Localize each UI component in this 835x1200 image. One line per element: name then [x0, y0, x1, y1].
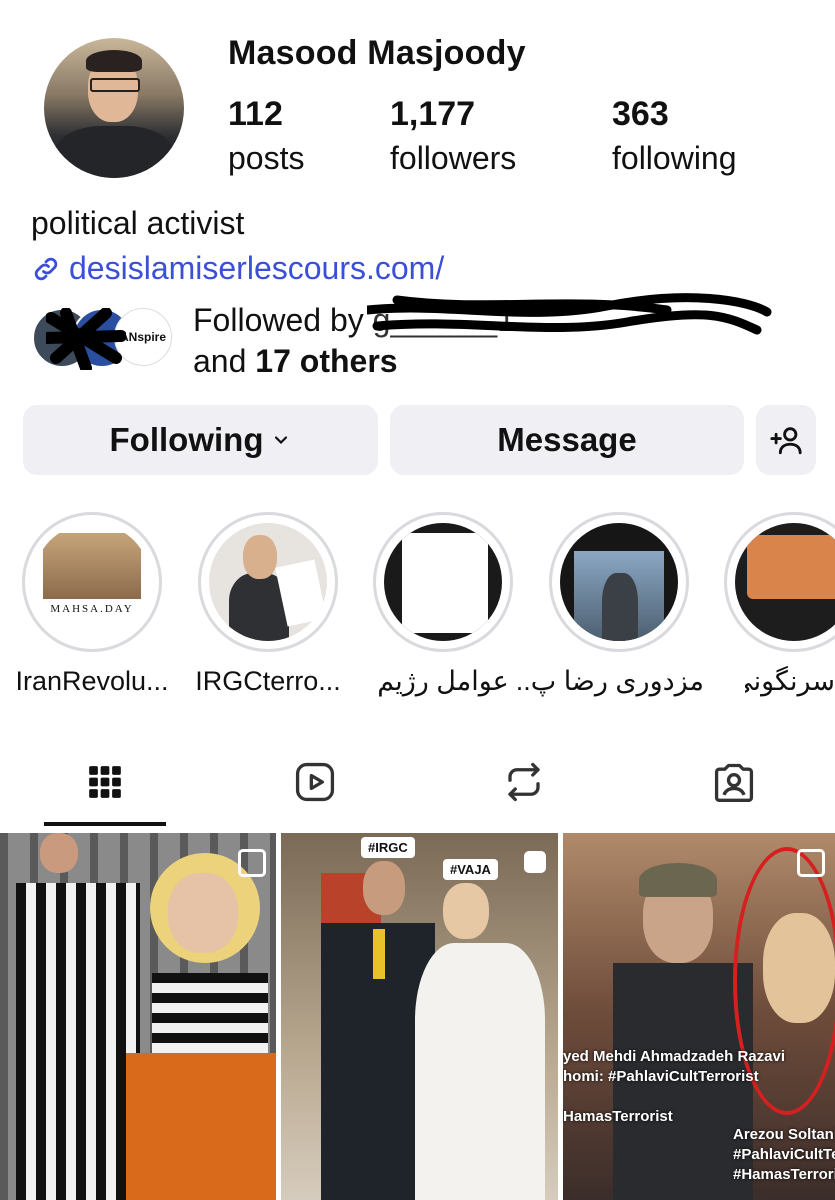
tab-reels[interactable]	[285, 752, 345, 812]
profile-link-text: desislamiserlescours.com/	[69, 250, 445, 286]
post-thumbnail-2[interactable]: #IRGC #VAJA	[281, 833, 558, 1200]
tab-tagged[interactable]	[704, 752, 764, 812]
highlight-label: IranRevolu...	[15, 666, 169, 696]
followed-by-prefix: Followed by	[193, 302, 364, 338]
post-thumbnail-1[interactable]	[0, 833, 276, 1200]
posts-stat[interactable]: 112 posts	[228, 95, 304, 177]
highlight-cover	[735, 523, 835, 641]
highlight-cover	[209, 523, 327, 641]
grid-icon	[89, 766, 121, 798]
reels-icon	[295, 762, 335, 802]
tagged-user-icon	[714, 763, 754, 802]
following-stat[interactable]: 363 following	[612, 95, 737, 177]
profile-name: Masood Masjoody	[228, 34, 526, 72]
highlight-label: سرنگونی	[745, 666, 835, 696]
add-user-icon	[770, 427, 802, 455]
active-tab-indicator	[44, 822, 166, 826]
carousel-icon	[238, 849, 266, 877]
following-button[interactable]: Following	[23, 405, 378, 475]
profile-bio: political activist	[31, 205, 245, 241]
highlight-iranrevolution[interactable]: MAHSA.DAY	[22, 512, 162, 652]
followed-by-text[interactable]: Followed by g______1 and 17 others	[193, 293, 772, 382]
profile-link[interactable]: desislamiserlescours.com/	[31, 250, 444, 287]
followers-label: followers	[390, 140, 517, 176]
highlight-label: عوامل رژیم	[377, 666, 509, 696]
post-caption: Arezou Soltani: #PahlaviCultTerr #HamasT…	[733, 1126, 835, 1183]
link-icon	[34, 257, 58, 280]
highlight-label: IRGCterro...	[195, 666, 341, 696]
highlight-reza-mercenary[interactable]	[549, 512, 689, 652]
followers-stat[interactable]: 1,177 followers	[390, 95, 516, 177]
anspire-label: ANspire	[119, 330, 166, 344]
profile-avatar[interactable]	[44, 38, 184, 178]
followed-by-and: and	[193, 343, 256, 379]
highlight-cover	[560, 523, 678, 641]
posts-count: 112	[228, 95, 283, 133]
tab-reposts[interactable]	[494, 752, 554, 812]
redaction-scribble	[46, 308, 126, 370]
chevron-down-icon	[275, 436, 288, 445]
followers-count: 1,177	[390, 95, 476, 133]
following-label: following	[612, 140, 737, 176]
followed-by-others: 17 others	[255, 343, 398, 379]
redaction-scribble	[366, 293, 772, 335]
highlight-irgcterror[interactable]	[198, 512, 338, 652]
highlight-overthrow[interactable]	[724, 512, 835, 652]
highlight-regime-agents[interactable]	[373, 512, 513, 652]
followed-by-avatars[interactable]: ANspire	[32, 308, 182, 370]
reel-icon	[524, 851, 546, 873]
following-button-label: Following	[109, 421, 264, 458]
mahsa-day-text: MAHSA.DAY	[50, 603, 134, 615]
carousel-icon	[797, 849, 825, 877]
highlight-label: مزدوری رضا پ..	[515, 666, 704, 696]
add-user-button[interactable]	[756, 405, 816, 475]
highlight-cover	[384, 523, 502, 641]
post-tag: #IRGC	[361, 837, 415, 858]
highlight-cover: MAHSA.DAY	[33, 523, 151, 641]
tab-grid[interactable]	[75, 752, 135, 812]
message-button-label: Message	[497, 421, 637, 458]
post-caption: yed Mehdi Ahmadzadeh Razavi homi: #Pahla…	[563, 1048, 785, 1125]
post-thumbnail-3[interactable]: yed Mehdi Ahmadzadeh Razavi homi: #Pahla…	[563, 833, 835, 1200]
following-count: 363	[612, 95, 669, 133]
posts-label: posts	[228, 140, 305, 176]
message-button[interactable]: Message	[390, 405, 744, 475]
repost-icon	[508, 762, 540, 802]
post-tag: #VAJA	[443, 859, 498, 880]
